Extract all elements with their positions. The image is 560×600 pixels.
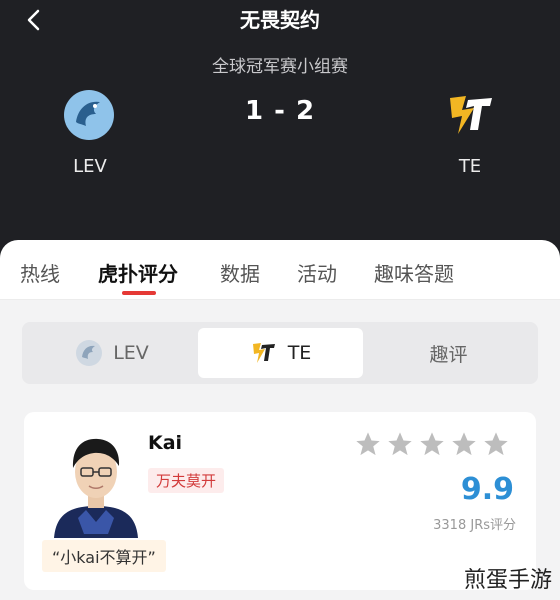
home-team-name: LEV: [73, 156, 107, 177]
segment-lev[interactable]: LEV: [28, 328, 196, 378]
segment-fun-review-label: 趣评: [429, 343, 468, 366]
segment-fun-review[interactable]: 趣评: [365, 328, 532, 378]
lev-logo-icon: [76, 340, 103, 366]
away-team-name: TE: [458, 156, 482, 177]
player-score: 9.9: [460, 472, 514, 507]
star-icon[interactable]: [418, 430, 446, 458]
te-logo-icon: [252, 343, 275, 363]
tab-quiz[interactable]: 趣味答题: [374, 258, 454, 287]
watermark: 煎蛋手游: [463, 568, 552, 593]
top-comment-quote[interactable]: “小kai不算开”: [42, 540, 166, 572]
segment-te-label: TE: [287, 342, 312, 364]
player-title-badge: 万夫莫开: [148, 468, 225, 493]
active-tab-indicator: [122, 291, 156, 295]
segment-lev-label: LEV: [113, 342, 149, 364]
tab-hupu-rating[interactable]: 虎扑评分: [98, 258, 178, 287]
match-header: 无畏契约 全球冠军赛小组赛 LEV 1 - 2 TE: [0, 0, 560, 262]
te-logo-icon[interactable]: [444, 88, 498, 142]
player-rating-card[interactable]: Kai 万夫莫开 9.9 3318 JRs评分 “小kai不算开”: [24, 412, 536, 590]
segment-te[interactable]: TE: [198, 328, 363, 378]
tab-activity[interactable]: 活动: [297, 258, 337, 287]
rating-count: 3318 JRs评分: [433, 518, 516, 533]
star-icon[interactable]: [482, 430, 510, 458]
star-icon[interactable]: [386, 430, 414, 458]
star-icon[interactable]: [450, 430, 478, 458]
player-avatar: [54, 438, 138, 538]
tab-bar: 热线 虎扑评分 数据 活动 趣味答题: [0, 240, 560, 300]
team-segmented-control: LEV TE 趣评: [22, 322, 538, 384]
match-stage: 全球冠军赛小组赛: [212, 57, 348, 77]
star-rating[interactable]: [354, 430, 510, 458]
tab-hotline[interactable]: 热线: [20, 258, 60, 287]
star-icon[interactable]: [354, 430, 382, 458]
tab-data[interactable]: 数据: [220, 258, 260, 287]
page-title: 无畏契约: [240, 8, 320, 32]
player-name: Kai: [148, 432, 183, 454]
